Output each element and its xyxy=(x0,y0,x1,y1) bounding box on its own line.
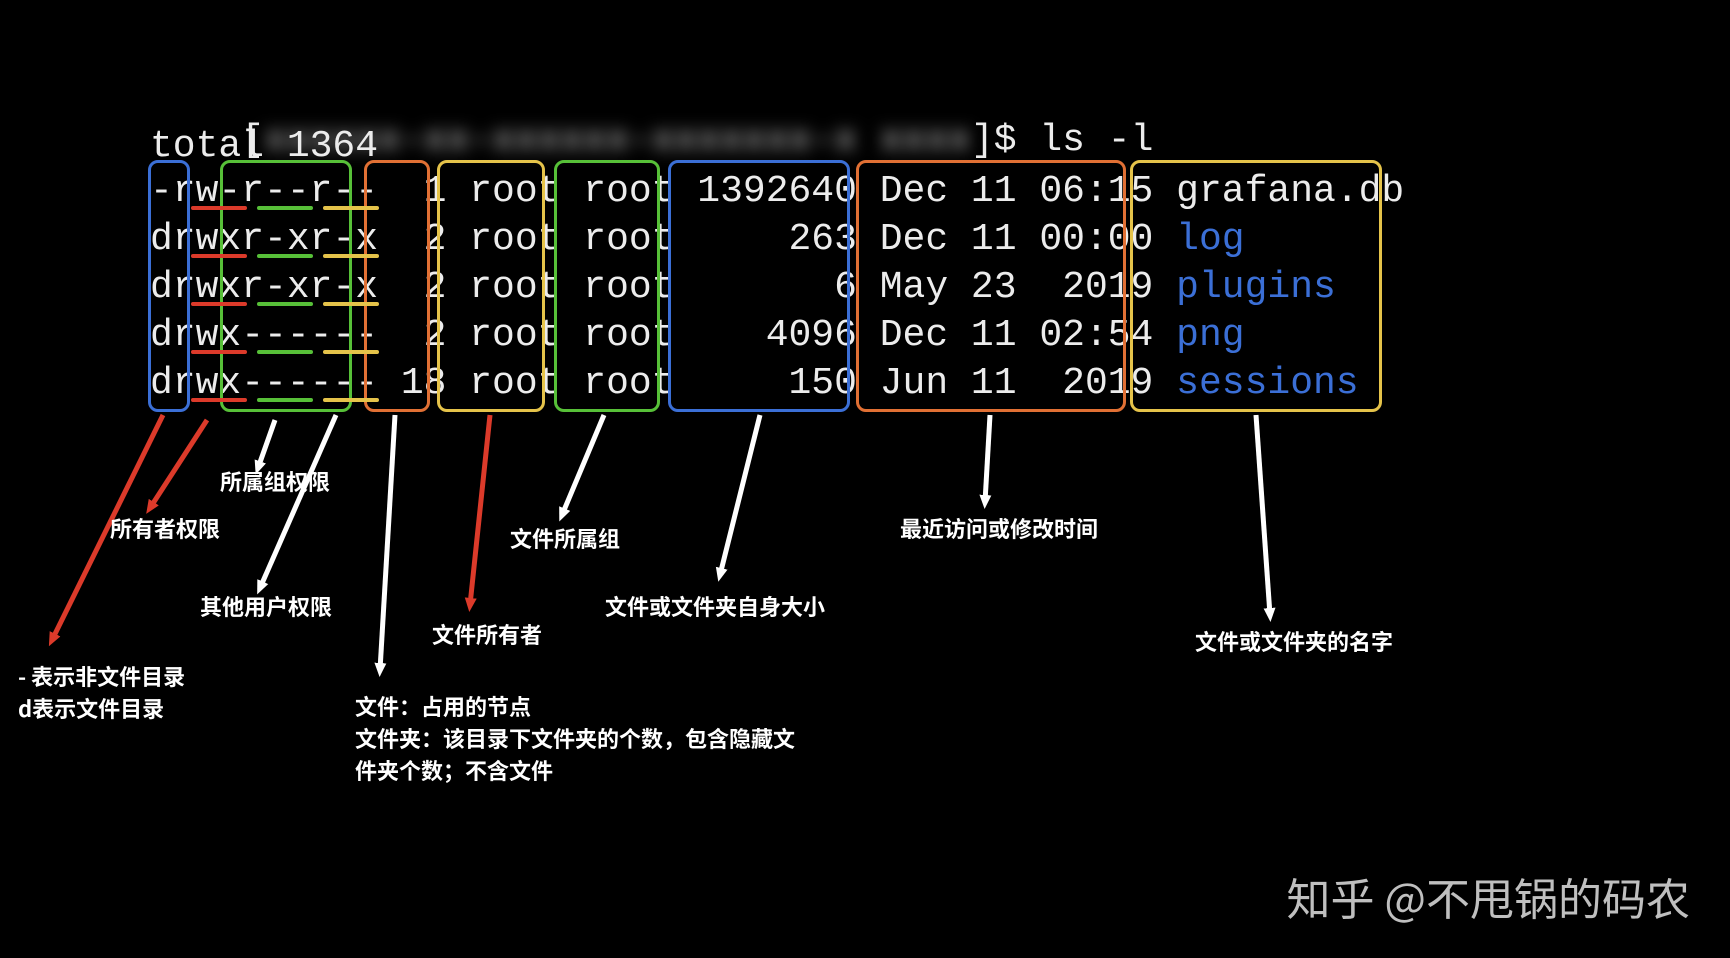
col-box-date xyxy=(856,160,1126,412)
label-name: 文件或文件夹的名字 xyxy=(1195,625,1393,657)
col-box-filetype xyxy=(148,160,190,412)
command-text: ls -l xyxy=(1039,119,1153,162)
col-box-name xyxy=(1130,160,1382,412)
col-box-size xyxy=(668,160,850,412)
label-group-perm: 所属组权限 xyxy=(220,465,330,497)
watermark: 知乎 @不甩锅的码农 xyxy=(1287,864,1690,928)
label-other-perm: 其他用户权限 xyxy=(200,590,332,622)
perm-underline xyxy=(323,206,379,210)
perm-underline xyxy=(191,302,247,306)
label-size: 文件或文件夹自身大小 xyxy=(605,590,825,622)
label-owner-perm: 所有者权限 xyxy=(110,512,220,544)
label-owner: 文件所有者 xyxy=(432,618,542,650)
col-box-links xyxy=(364,160,430,412)
perm-underline xyxy=(323,350,379,354)
perm-underline xyxy=(323,398,379,402)
label-filetype: - 表示非文件目录 d表示文件目录 xyxy=(18,660,185,724)
perm-underline xyxy=(257,206,313,210)
perm-underline xyxy=(191,350,247,354)
perm-underline xyxy=(191,206,247,210)
perm-underline xyxy=(257,350,313,354)
perm-underline xyxy=(323,302,379,306)
perm-underline xyxy=(323,254,379,258)
label-links: 文件：占用的节点 文件夹：该目录下文件夹的个数，包含隐藏文 件夹个数；不含文件 xyxy=(355,690,795,786)
perm-underline xyxy=(257,254,313,258)
col-box-group xyxy=(554,160,660,412)
perm-underline xyxy=(191,398,247,402)
perm-underline xyxy=(257,398,313,402)
label-group: 文件所属组 xyxy=(510,522,620,554)
perm-underline xyxy=(191,254,247,258)
col-box-perm-other xyxy=(220,160,352,412)
col-box-owner xyxy=(437,160,545,412)
label-date: 最近访问或修改时间 xyxy=(900,512,1098,544)
perm-underline xyxy=(257,302,313,306)
